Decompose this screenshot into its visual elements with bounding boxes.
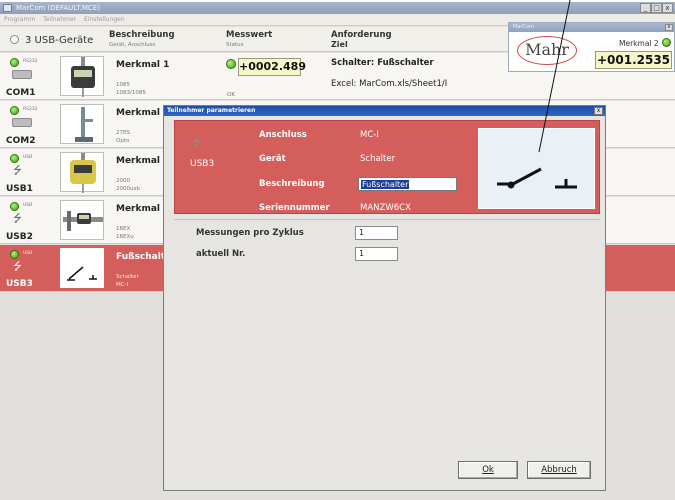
usb-icon: ⭍ [13,164,23,177]
usb-tag: USB [23,155,33,160]
rs232-tag: RS232 [23,59,38,64]
usb-tag: USB [23,251,33,256]
feature-name: Merkmal [116,156,161,166]
current-number-input[interactable]: 1 [355,247,398,261]
status-led-icon [10,58,19,67]
menu-teilnehmer[interactable]: Teilnehmer [43,16,76,23]
measure-status-led-icon [226,59,236,69]
maximize-button[interactable]: □ [651,3,662,13]
status-led-icon [10,106,19,115]
col-desc-header[interactable]: Beschreibung [109,30,175,40]
dialog-title[interactable]: Teilnehmer parametrieren [164,106,605,116]
port-name: COM2 [6,136,36,146]
description-field-text: Fußschalter [361,180,410,189]
widget-close-button[interactable]: x [665,24,673,31]
label-geraet: Gerät [259,154,286,164]
col-desc-subheader: Gerät, Anschluss [109,42,156,48]
ok-button-label: Ok [482,465,494,475]
measure-value: +0002.489 [238,58,306,76]
port-name: USB2 [6,232,33,242]
device-model: 16EX [116,226,131,232]
device-connection: 1083/1085 [116,90,146,96]
marcom-widget[interactable]: MarCom x Mahr Merkmal 2 +001.2535 [508,22,675,72]
feature-name: Merkmal 2 [116,108,170,118]
device-model: Schalter [116,274,139,280]
feature-name: Merkmal [116,204,161,214]
description-field[interactable]: Fußschalter [358,177,457,191]
device-connection: 16EXu [116,234,134,240]
status-led-icon [10,250,19,259]
device-radio-icon[interactable] [10,35,19,44]
footswitch-preview [478,128,595,209]
rs232-icon [12,70,32,79]
status-led-icon [10,154,19,163]
measurement-settings: Messungen pro Zyklus 1 aktuell Nr. 1 [174,219,600,266]
marcom-app: MarCom (DEFAULT.MCE) _ □ x Programm Teil… [0,0,675,500]
usb-icon: ⭍ [13,260,23,273]
device-model: 27ES [116,130,130,136]
rs232-tag: RS232 [23,107,38,112]
dialog-close-button[interactable]: x [594,107,603,115]
window-title: MarCom (DEFAULT.MCE) [16,4,100,12]
minimize-button[interactable]: _ [640,3,651,13]
menu-einstellungen[interactable]: Einstellungen [84,16,125,23]
footswitch-icon [60,248,104,288]
usb-icon: ⭍ [192,135,202,149]
feature-name: Merkmal 1 [116,60,170,70]
title-bar: MarCom (DEFAULT.MCE) _ □ x [0,2,675,14]
mahr-logo: Mahr [517,36,577,65]
height-gauge-icon [60,104,104,144]
measurements-per-cycle-input[interactable]: 1 [355,226,398,240]
app-icon [3,4,12,12]
col-value-header[interactable]: Messwert [226,30,272,40]
device-model: 1085 [116,82,130,88]
caliper-icon [60,200,104,240]
participant-dialog: Teilnehmer parametrieren x ⭍ USB3 Anschl… [163,105,606,491]
value-anschluss: MC-I [360,130,379,140]
ok-button[interactable]: Ok [458,461,518,479]
usb-tag: USB [23,203,33,208]
measure-status: OK [227,92,235,98]
widget-title[interactable]: MarCom [509,23,674,32]
dial-indicator-icon [60,152,104,193]
rs232-icon [12,118,32,127]
label-current-number: aktuell Nr. [196,249,246,259]
cancel-button-label: Abbruch [541,465,577,475]
requirement-target: Excel: MarCom.xls/Sheet1/I [331,79,448,89]
label-measurements-per-cycle: Messungen pro Zyklus [196,228,304,238]
close-button[interactable]: x [662,3,673,13]
device-count-label: 3 USB-Geräte [25,35,94,46]
value-seriennummer: MANZW6CX [360,203,411,213]
device-connection: MC-I [116,282,129,288]
widget-feature-label: Merkmal 2 [619,39,659,48]
col-req-header[interactable]: Anforderung [331,30,392,40]
col-req-subheader: Ziel [331,40,348,49]
status-led-icon [10,202,19,211]
dialog-port: USB3 [190,159,215,169]
label-seriennummer: Seriennummer [259,203,330,213]
footswitch-icon [497,167,577,189]
device-model: 2000 [116,178,130,184]
port-name: COM1 [6,88,36,98]
requirement-switch: Schalter: Fußschalter [331,58,434,68]
value-geraet: Schalter [360,154,396,164]
device-connection: 2000usb [116,186,140,192]
menu-programm[interactable]: Programm [4,16,35,23]
dial-indicator-icon [60,56,104,97]
port-name: USB1 [6,184,33,194]
widget-value: +001.2535 [595,51,672,69]
cancel-button[interactable]: Abbruch [527,461,591,479]
device-info-panel: ⭍ USB3 Anschluss MC-I Gerät Schalter Bes… [174,120,600,214]
usb-icon: ⭍ [13,212,23,225]
widget-status-led-icon [662,38,671,47]
device-count[interactable]: 3 USB-Geräte [10,35,93,46]
label-anschluss: Anschluss [259,130,307,140]
label-beschreibung: Beschreibung [259,179,325,189]
port-name: USB3 [6,279,33,289]
device-connection: Opto [116,138,130,144]
col-value-subheader: Status [226,42,244,48]
